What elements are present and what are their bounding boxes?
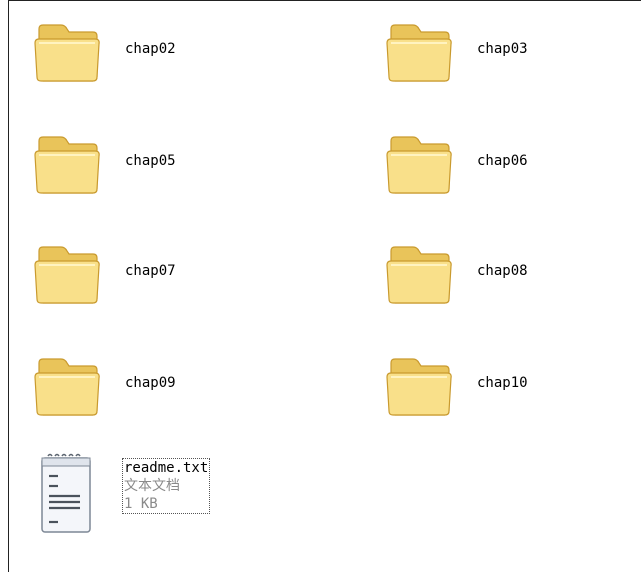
folder-item-chap05[interactable]: chap05: [31, 131, 231, 211]
folder-icon: [386, 246, 452, 304]
folder-item-chap06[interactable]: chap06: [383, 131, 583, 211]
folder-item-chap08[interactable]: chap08: [383, 241, 583, 321]
folder-icon: [386, 136, 452, 194]
folder-item-chap10[interactable]: chap10: [383, 353, 583, 433]
folder-label: chap09: [125, 375, 176, 391]
folder-label: chap07: [125, 263, 176, 279]
file-size: 1 KB: [124, 496, 158, 512]
file-name: readme.txt: [124, 460, 209, 476]
folder-label: chap10: [477, 375, 528, 391]
file-item-readme[interactable]: readme.txt 文本文档 1 KB: [36, 448, 256, 540]
folder-item-chap03[interactable]: chap03: [383, 19, 583, 99]
folder-label: chap02: [125, 41, 176, 57]
folder-icon: [34, 358, 100, 416]
folder-label: chap03: [477, 41, 528, 57]
folder-label: chap05: [125, 153, 176, 169]
folder-item-chap09[interactable]: chap09: [31, 353, 231, 433]
text-document-icon: [41, 453, 91, 533]
folder-icon: [34, 246, 100, 304]
folder-icon: [34, 24, 100, 82]
folder-icon: [34, 136, 100, 194]
file-type: 文本文档: [124, 478, 180, 494]
folder-icon: [386, 358, 452, 416]
folder-icon: [386, 24, 452, 82]
file-selection-box: readme.txt 文本文档 1 KB: [122, 458, 211, 514]
folder-label: chap08: [477, 263, 528, 279]
folder-label: chap06: [477, 153, 528, 169]
folder-item-chap02[interactable]: chap02: [31, 19, 231, 99]
folder-item-chap07[interactable]: chap07: [31, 241, 231, 321]
